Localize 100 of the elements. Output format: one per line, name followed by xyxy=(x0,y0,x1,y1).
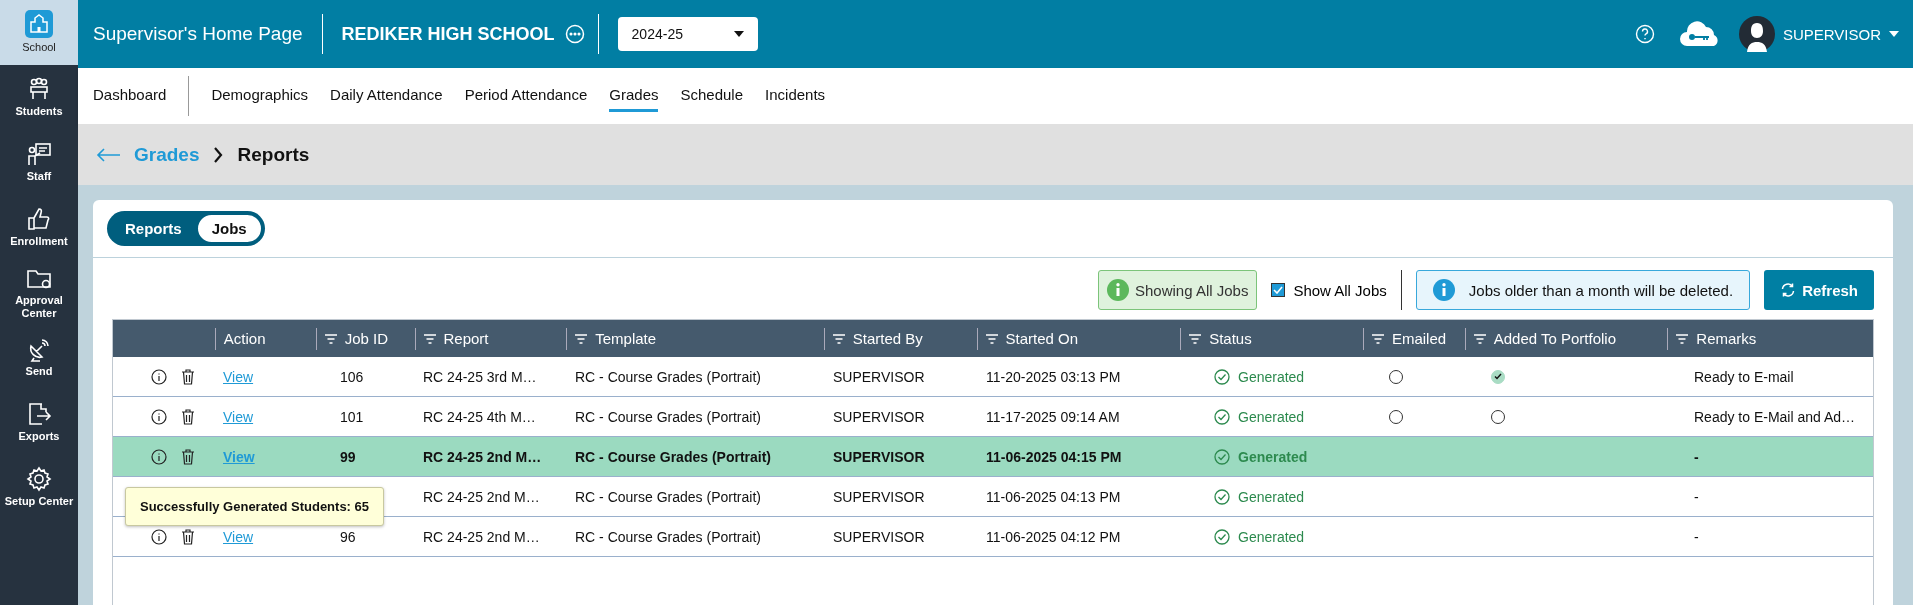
sidebar-item[interactable]: Approval Center xyxy=(0,260,78,325)
year-dropdown[interactable]: 2024-25 xyxy=(617,17,758,51)
check-circle-icon xyxy=(1214,528,1230,545)
trash-icon[interactable] xyxy=(181,408,195,425)
table-cell-text: - xyxy=(1693,528,1700,545)
column-header[interactable]: Remarks xyxy=(1667,327,1873,350)
breadcrumb-current: Reports xyxy=(237,143,310,166)
table-cell-text: RC - Course Grades (Portrait) xyxy=(574,368,762,385)
column-header[interactable]: Job ID xyxy=(315,327,415,350)
sidebar-item[interactable]: School xyxy=(0,0,78,65)
info-icon[interactable] xyxy=(151,528,167,545)
avatar-icon[interactable] xyxy=(1738,16,1775,52)
filter-icon[interactable] xyxy=(1676,333,1689,344)
table-row[interactable]: View 99 RC 24-25 2nd M… RC - Course Grades (Portrait) SUPERVISOR 11-06-2025 04:15 PM Generated - xyxy=(113,437,1873,477)
trash-icon[interactable] xyxy=(181,528,195,545)
column-header[interactable]: Status xyxy=(1180,327,1363,350)
column-header[interactable]: Started On xyxy=(976,327,1181,350)
help-icon[interactable] xyxy=(1634,24,1655,44)
sidebar-item[interactable]: Setup Center xyxy=(0,455,78,520)
status-label: Generated xyxy=(1214,368,1305,385)
filter-icon[interactable] xyxy=(1371,333,1384,344)
more-icon[interactable] xyxy=(564,24,585,44)
nav-tab[interactable]: Period Attendance xyxy=(464,80,588,112)
table-cell-text: 11-06-2025 04:12 PM xyxy=(985,528,1122,545)
table-cell-text: RC - Course Grades (Portrait) xyxy=(574,528,762,545)
table-cell-text: RC 24-25 2nd M… xyxy=(422,448,543,465)
trash-icon[interactable] xyxy=(181,448,195,465)
check-circle-icon xyxy=(1214,448,1230,465)
status-label: Generated xyxy=(1214,408,1305,425)
table-cell: 99 xyxy=(340,448,356,465)
page-title: Supervisor's Home Page xyxy=(93,14,323,54)
staff-icon xyxy=(26,141,52,168)
table-cell-text: RC 24-25 2nd M… xyxy=(422,528,541,545)
filter-icon[interactable] xyxy=(423,333,436,344)
filter-icon[interactable] xyxy=(324,333,337,344)
filter-icon[interactable] xyxy=(832,333,845,344)
column-header[interactable]: Action xyxy=(214,327,316,350)
check-icon xyxy=(1494,373,1502,380)
info-icon[interactable] xyxy=(151,368,167,385)
status-label: Generated xyxy=(1214,448,1308,465)
toggle-tab[interactable]: Jobs xyxy=(197,215,261,242)
table-cell-text: RC - Course Grades (Portrait) xyxy=(574,408,762,425)
info-icon[interactable] xyxy=(151,448,167,465)
table-cell-text: RC 24-25 4th M… xyxy=(422,408,537,425)
chevron-icon xyxy=(213,146,224,163)
column-header[interactable]: Added To Portfolio xyxy=(1464,327,1668,350)
filter-icon[interactable] xyxy=(1189,333,1202,344)
nav-tab[interactable]: Schedule xyxy=(680,80,744,112)
toggle-tab[interactable]: Reports xyxy=(111,215,196,242)
table-cell: 96 xyxy=(340,528,356,545)
table-cell-text: - xyxy=(1693,488,1700,505)
refresh-button[interactable]: Refresh xyxy=(1764,270,1874,310)
sidebar-item[interactable]: Exports xyxy=(0,390,78,455)
table-cell-text: - xyxy=(1693,448,1700,465)
nav-tab[interactable]: Demographics xyxy=(211,80,309,112)
column-header[interactable]: Template xyxy=(566,327,824,350)
sidebar-item[interactable]: Students xyxy=(0,65,78,130)
table-cell: 106 xyxy=(340,368,364,385)
column-header[interactable]: Report xyxy=(414,327,567,350)
user-menu[interactable]: SUPERVISOR xyxy=(1782,25,1881,43)
column-header[interactable]: Started By xyxy=(823,327,977,350)
status-badge: Showing All Jobs xyxy=(1098,270,1258,310)
check-circle-icon xyxy=(1214,408,1230,425)
school-name: REDIKER HIGH SCHOOL xyxy=(340,23,556,45)
export-icon xyxy=(26,401,52,428)
trash-icon[interactable] xyxy=(181,368,195,385)
nav-tab[interactable]: Grades xyxy=(609,80,659,112)
table-cell-text: RC 24-25 3rd M… xyxy=(422,368,538,385)
table-cell-text: SUPERVISOR xyxy=(832,448,926,465)
nav-tab[interactable]: Daily Attendance xyxy=(330,80,443,112)
table-cell-text: SUPERVISOR xyxy=(832,408,926,425)
caret-icon[interactable] xyxy=(733,31,744,37)
cloud-key-icon[interactable] xyxy=(1678,20,1721,48)
table-row[interactable]: View 106 RC 24-25 3rd M… RC - Course Grades (Portrait) SUPERVISOR 11-20-2025 03:13 PM Generated Ready to E-mail xyxy=(113,357,1873,397)
sidebar-item[interactable]: Staff xyxy=(0,130,78,195)
table-cell-text: SUPERVISOR xyxy=(832,488,926,505)
tooltip: Successfully Generated Students: 65 xyxy=(125,487,385,526)
refresh-icon xyxy=(1780,282,1797,298)
info-icon[interactable] xyxy=(151,408,167,425)
filter-icon[interactable] xyxy=(575,333,588,344)
info-icon xyxy=(1432,279,1455,301)
status-label: Generated xyxy=(1214,488,1305,505)
table-cell-text: 11-06-2025 04:13 PM xyxy=(985,488,1122,505)
column-header[interactable]: Emailed xyxy=(1362,327,1465,350)
nav-tab[interactable]: Dashboard xyxy=(93,80,167,112)
sidebar-item[interactable]: Send xyxy=(0,325,78,390)
check-icon xyxy=(1273,286,1284,294)
table-cell-text: 11-06-2025 04:15 PM xyxy=(985,448,1123,465)
thumb-icon xyxy=(26,206,52,233)
info-icon xyxy=(1107,279,1129,301)
nav-tab[interactable]: Incidents xyxy=(765,80,826,112)
filter-icon[interactable] xyxy=(1473,333,1486,344)
table-cell-text: SUPERVISOR xyxy=(832,528,926,545)
filter-icon[interactable] xyxy=(985,333,998,344)
table-cell-text: 11-17-2025 09:14 AM xyxy=(985,408,1121,425)
sidebar-item[interactable]: Enrollment xyxy=(0,195,78,260)
table-cell: 101 xyxy=(340,408,364,425)
show-all-checkbox[interactable]: Show All Jobs xyxy=(1271,281,1387,299)
table-cell-text: RC 24-25 2nd M… xyxy=(422,488,541,505)
table-cell-text: RC - Course Grades (Portrait) xyxy=(574,448,773,465)
